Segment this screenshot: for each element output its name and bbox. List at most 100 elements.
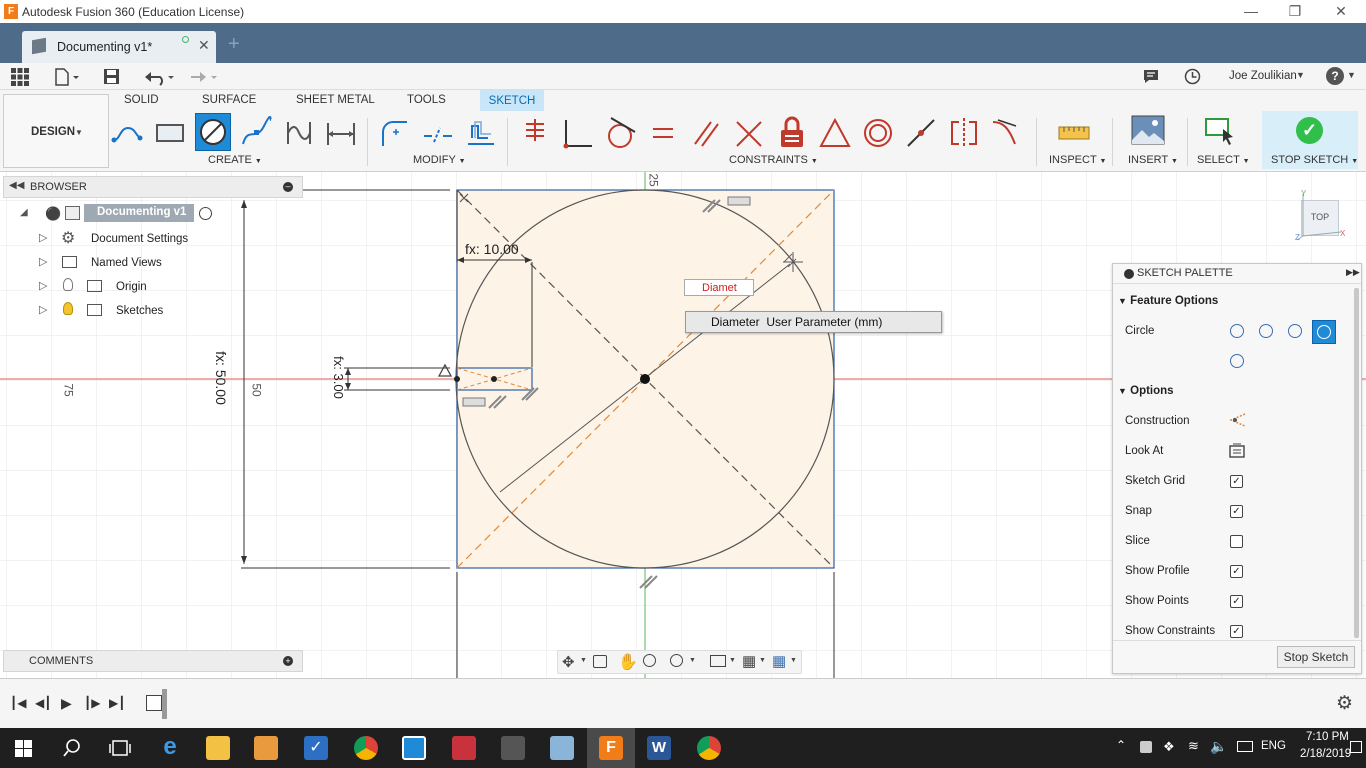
word-icon[interactable]: W (647, 736, 671, 760)
offset-tool-icon[interactable] (464, 116, 498, 150)
construction-toggle-icon[interactable] (1229, 412, 1247, 428)
tray-app-icon[interactable] (1140, 741, 1152, 753)
close-tab-icon[interactable]: ✕ (198, 37, 210, 54)
chrome-icon[interactable] (354, 736, 378, 760)
dimension-width[interactable]: fx: 10.00 (465, 241, 519, 257)
edge-browser-icon[interactable]: e (158, 735, 182, 760)
perpendicular-constraint-icon[interactable] (732, 116, 766, 150)
minus-icon[interactable]: – (283, 182, 293, 192)
media-app-icon[interactable] (254, 736, 278, 760)
feature-options-header[interactable]: ▼ Feature Options (1118, 295, 1218, 307)
go-to-end-icon[interactable]: ▶┃ (109, 696, 125, 710)
new-tab-icon[interactable]: + (228, 33, 240, 56)
browser-item-sketches[interactable]: ▷ Sketches (3, 299, 233, 323)
job-status-icon[interactable] (1184, 68, 1201, 85)
autocomplete-item[interactable]: Diameter User Parameter (mm) (685, 311, 942, 333)
collinear-constraint-icon[interactable] (904, 116, 938, 150)
stop-sketch-ribbon-button[interactable]: ✓ STOP SKETCH ▼ (1262, 111, 1358, 169)
comments-panel[interactable]: COMMENTS + (3, 650, 303, 672)
palette-header[interactable]: SKETCH PALETTE ▶▶ (1113, 264, 1361, 284)
expand-triangle-icon[interactable]: ▷ (39, 255, 47, 268)
lightbulb-off-icon[interactable] (63, 278, 73, 291)
display-settings-icon[interactable] (710, 655, 726, 667)
undo-icon[interactable] (144, 68, 176, 86)
step-forward-icon[interactable]: ┃▶ (84, 696, 100, 710)
orbit-icon[interactable]: ✥ (562, 653, 575, 671)
timeline-settings-icon[interactable]: ⚙ (1336, 692, 1353, 715)
keyboard-icon[interactable] (1237, 741, 1253, 752)
search-icon[interactable] (63, 739, 81, 757)
zoom-icon[interactable] (643, 654, 656, 667)
language-indicator[interactable]: ENG (1261, 740, 1286, 752)
create-menu[interactable]: CREATE ▼ (208, 154, 262, 166)
go-to-start-icon[interactable]: ┃◀ (10, 696, 26, 710)
redo-icon[interactable] (187, 68, 219, 86)
calculator-icon[interactable] (501, 736, 525, 760)
line-tool-icon[interactable] (110, 116, 144, 150)
pan-icon[interactable]: ✋ (618, 652, 638, 672)
browser-item-root[interactable]: ◢ ⚫ Documenting v1 (3, 203, 233, 227)
tab-tools[interactable]: TOOLS (407, 94, 446, 106)
center-point[interactable] (640, 374, 650, 384)
spline-tool-icon[interactable] (240, 116, 274, 150)
tray-chevron-icon[interactable]: ⌃ (1116, 738, 1126, 752)
step-back-icon[interactable]: ◀┃ (35, 696, 51, 710)
select-menu[interactable]: SELECT ▼ (1197, 154, 1250, 166)
lightbulb-icon[interactable] (63, 302, 73, 315)
browser-item-document-settings[interactable]: ▷ ⚙ Document Settings (3, 227, 233, 251)
app-grid-icon[interactable] (11, 68, 29, 86)
slice-checkbox[interactable] (1230, 535, 1243, 548)
expand-triangle-icon[interactable]: ▷ (39, 303, 47, 316)
workspace-switcher[interactable]: DESIGN ▼ (3, 94, 109, 168)
collapse-panel-icon[interactable]: ◀◀ (9, 180, 24, 191)
notifications-icon[interactable] (1143, 69, 1159, 84)
trim-tool-icon[interactable] (421, 116, 455, 150)
horizontal-vertical-constraint-icon[interactable] (518, 116, 552, 150)
equal-constraint-icon[interactable] (646, 116, 680, 150)
fillet-tool-icon[interactable] (378, 116, 412, 150)
close-window-icon[interactable]: ✕ (1318, 0, 1364, 23)
sketch-grid-checkbox[interactable]: ✓ (1230, 475, 1243, 488)
dimension-small[interactable]: fx: 3.00 (331, 356, 346, 399)
browser-header[interactable]: ◀◀ BROWSER – (3, 176, 303, 198)
constraints-menu[interactable]: CONSTRAINTS ▼ (729, 154, 818, 166)
expand-triangle-icon[interactable]: ▷ (39, 279, 47, 292)
snipping-tool-icon[interactable] (550, 736, 574, 760)
timeline-sketch-feature-icon[interactable] (146, 695, 162, 711)
browser-item-named-views[interactable]: ▷ Named Views (3, 251, 233, 275)
tangent-constraint-icon[interactable] (603, 116, 637, 150)
insert-menu[interactable]: INSERT ▼ (1128, 154, 1178, 166)
clock-date[interactable]: 2/18/2019 (1300, 748, 1351, 760)
tab-surface[interactable]: SURFACE (202, 94, 256, 106)
coincident-constraint-icon[interactable] (561, 116, 595, 150)
save-icon[interactable] (103, 68, 120, 85)
grid-settings-icon[interactable]: ▦ (742, 652, 756, 670)
zoom-window-icon[interactable] (670, 654, 683, 667)
help-icon[interactable]: ? (1326, 67, 1344, 85)
modify-menu[interactable]: MODIFY ▼ (413, 154, 466, 166)
minus-icon[interactable] (1124, 269, 1134, 279)
chrome-icon[interactable] (697, 736, 721, 760)
fix-constraint-icon[interactable] (775, 116, 809, 150)
look-at-icon[interactable] (593, 655, 607, 668)
snap-checkbox[interactable]: ✓ (1230, 505, 1243, 518)
document-tab[interactable]: Documenting v1* ✕ (22, 31, 216, 63)
viewports-icon[interactable]: ▦ (772, 652, 786, 670)
volume-icon[interactable]: 🔈 (1210, 738, 1227, 755)
timeline-marker[interactable] (162, 689, 167, 719)
restore-icon[interactable]: ❐ (1272, 0, 1318, 23)
browser-item-origin[interactable]: ▷ Origin (3, 275, 233, 299)
tasks-app-icon[interactable]: ✓ (304, 736, 328, 760)
user-account-menu[interactable]: Joe Zoulikian (1229, 70, 1297, 82)
expand-palette-icon[interactable]: ▶▶ (1346, 267, 1360, 278)
fusion-taskbar-icon[interactable]: F (599, 736, 623, 760)
concentric-constraint-icon[interactable] (861, 116, 895, 150)
tangent-circle-icon[interactable] (1230, 354, 1244, 368)
dimension-height[interactable]: fx: 50.00 (213, 351, 229, 405)
inspect-menu[interactable]: INSPECT ▼ (1049, 154, 1106, 166)
windows-start-icon[interactable] (15, 740, 32, 757)
tab-sketch[interactable]: SKETCH (480, 90, 544, 111)
dimension-input-box[interactable]: Diamet (684, 279, 754, 296)
parallel-constraint-icon[interactable] (689, 116, 723, 150)
minimize-icon[interactable]: — (1228, 0, 1274, 23)
